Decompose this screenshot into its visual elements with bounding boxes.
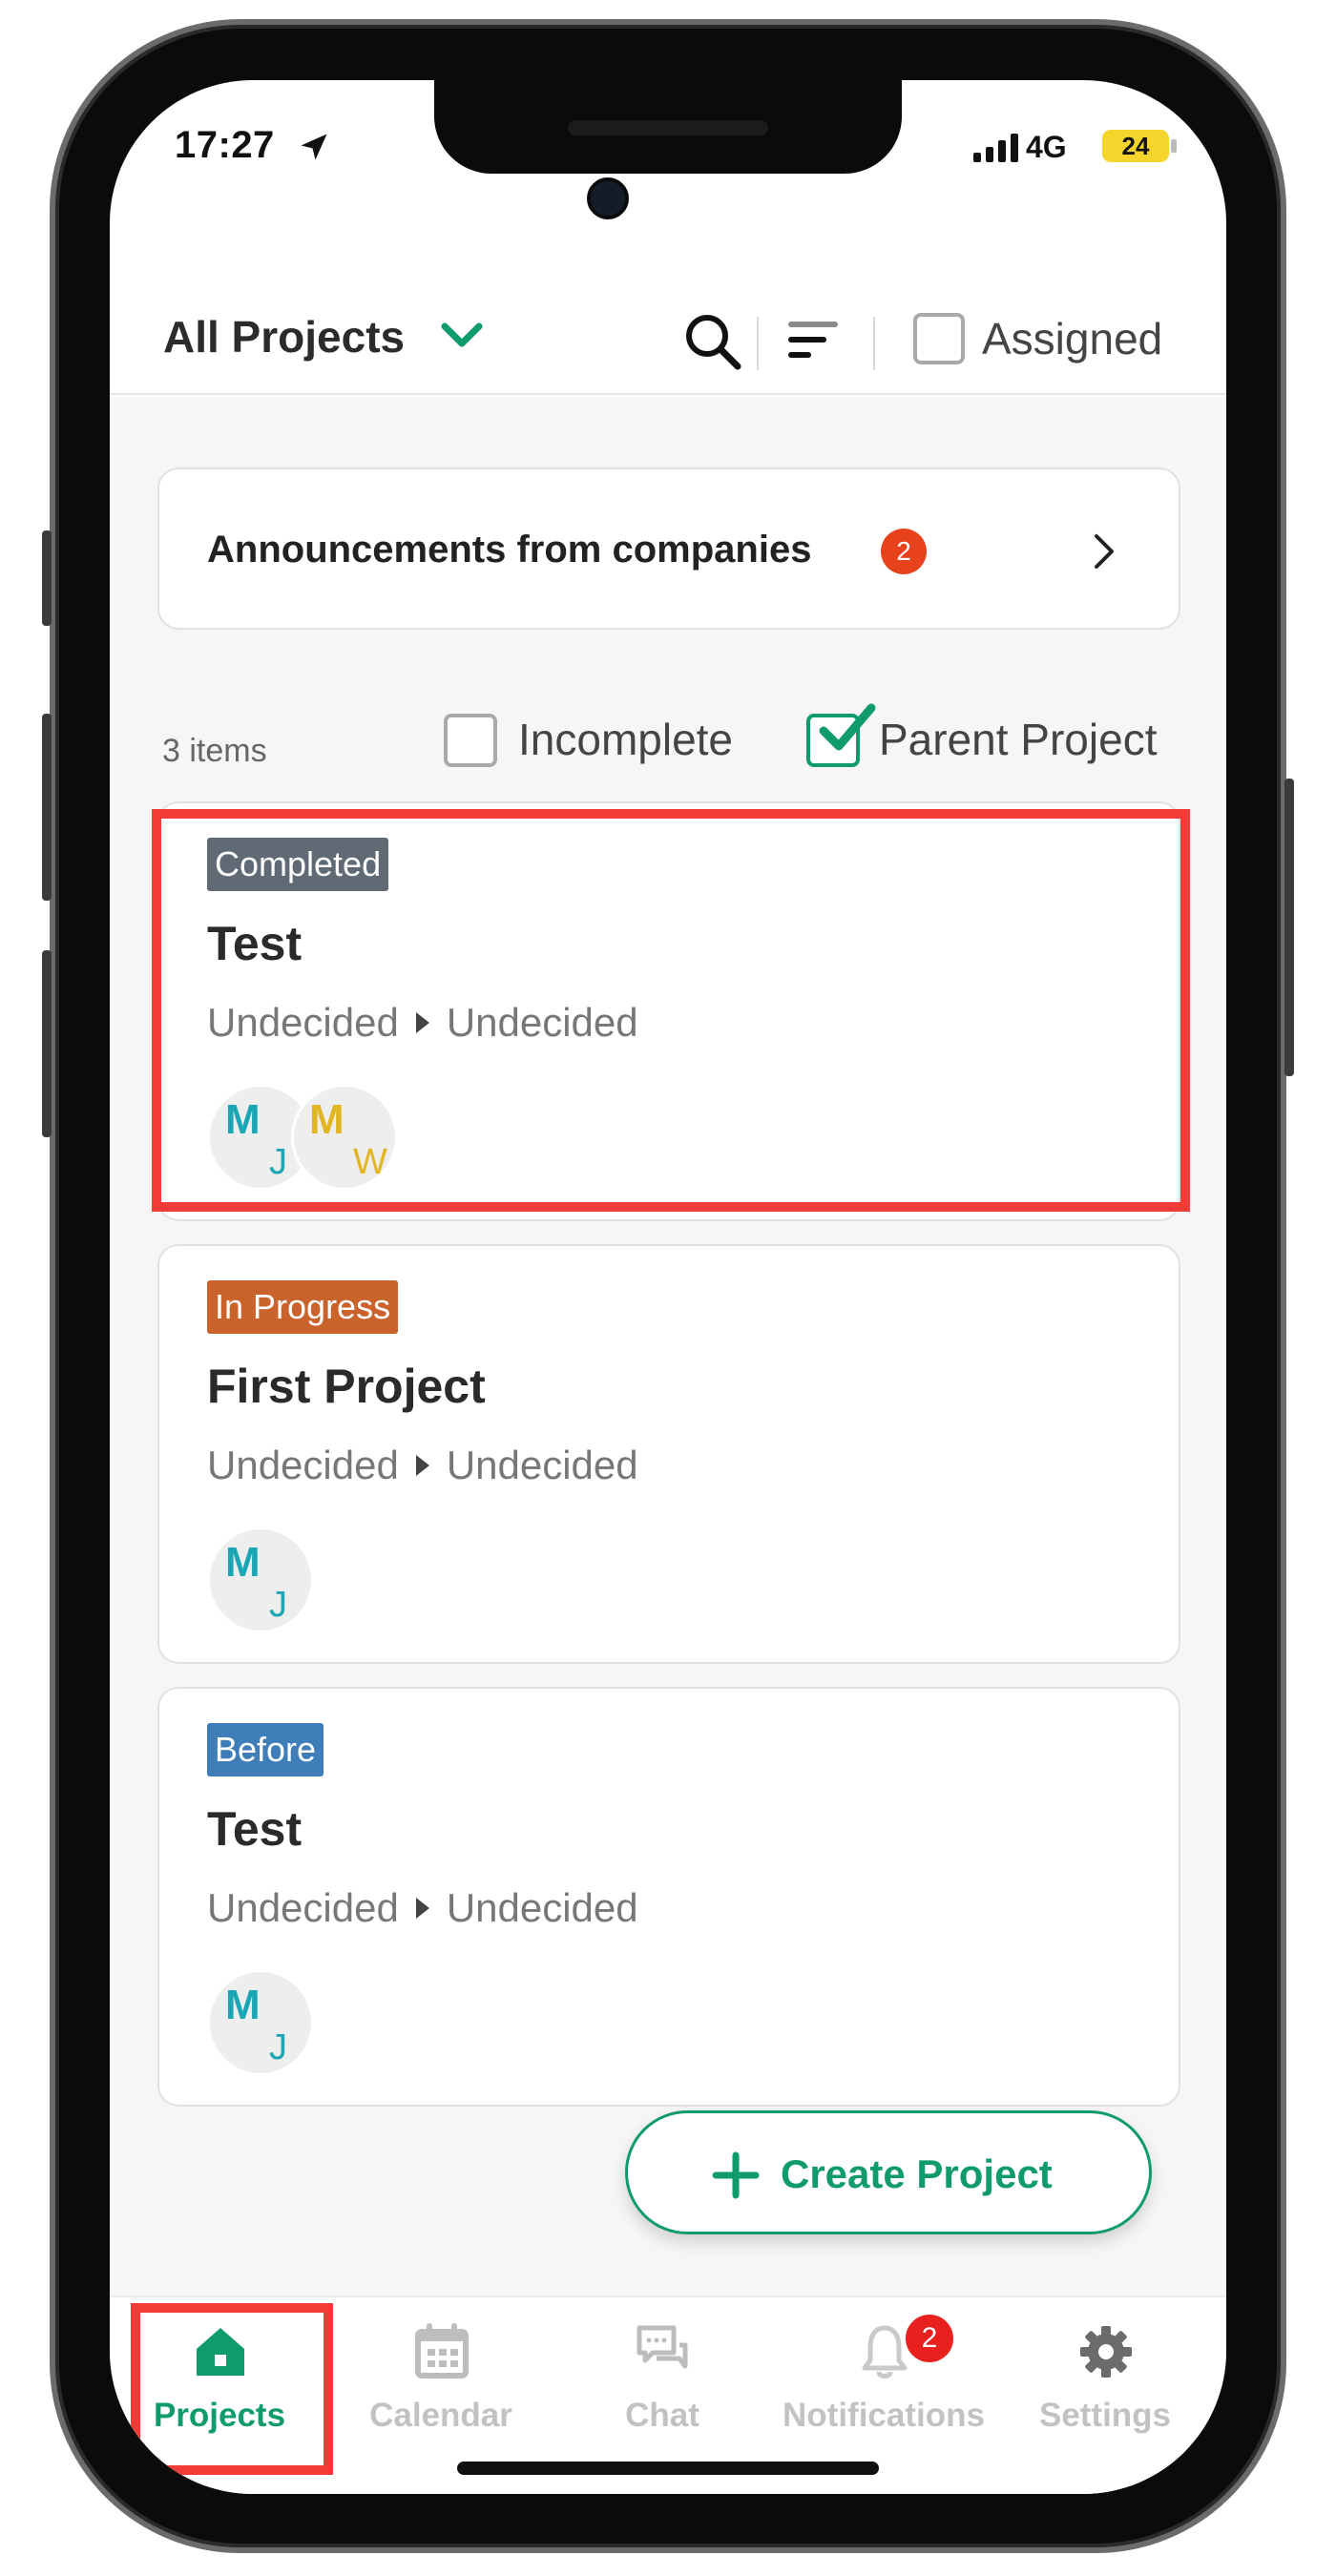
- chevron-right-icon: [1095, 534, 1114, 569]
- assigned-label[interactable]: Assigned: [982, 313, 1162, 364]
- home-icon: [197, 2328, 244, 2376]
- caret-right-icon: [415, 1012, 429, 1033]
- project-path: Undecided Undecided: [207, 1443, 638, 1488]
- create-project-button[interactable]: Create Project: [625, 2110, 1152, 2234]
- incomplete-label[interactable]: Incomplete: [518, 714, 733, 765]
- project-filter-title[interactable]: All Projects: [163, 311, 405, 363]
- gear-icon: [1080, 2326, 1132, 2378]
- plus-icon: [712, 2151, 760, 2199]
- path-to: Undecided: [446, 1443, 638, 1487]
- avatar-subinitial: J: [269, 2027, 287, 2067]
- avatar-initial: M: [309, 1096, 344, 1143]
- header-divider: [873, 317, 875, 370]
- project-path: Undecided Undecided: [207, 1000, 638, 1046]
- header-divider: [757, 317, 759, 370]
- project-path: Undecided Undecided: [207, 1885, 638, 1931]
- caret-right-icon: [415, 1455, 429, 1476]
- avatar: M J: [207, 1527, 314, 1633]
- sort-icon[interactable]: [785, 313, 841, 366]
- tab-label: Projects: [153, 2397, 286, 2434]
- speaker: [568, 120, 768, 135]
- app-header: All Projects Assigned: [110, 261, 1226, 395]
- chevron-down-icon[interactable]: [439, 319, 485, 353]
- path-from: Undecided: [207, 1885, 399, 1930]
- search-icon[interactable]: [680, 309, 745, 374]
- status-time: 17:27: [175, 124, 275, 166]
- caret-right-icon: [415, 1898, 429, 1919]
- project-card[interactable]: Completed Test Undecided Undecided M J M…: [157, 801, 1180, 1221]
- avatar-subinitial: W: [353, 1142, 387, 1182]
- create-project-label: Create Project: [781, 2151, 1053, 2196]
- announcements-label: Announcements from companies: [207, 529, 812, 571]
- announcements-card[interactable]: Announcements from companies 2: [157, 467, 1180, 630]
- parent-project-label[interactable]: Parent Project: [879, 714, 1157, 765]
- volume-down-button: [42, 950, 52, 1137]
- status-tag: Completed: [207, 838, 389, 891]
- avatar: M W: [291, 1084, 398, 1191]
- project-title: Test: [207, 1802, 303, 1856]
- home-indicator: [457, 2462, 879, 2475]
- location-arrow-icon: [301, 134, 327, 160]
- tab-label: Chat: [625, 2397, 699, 2434]
- project-title: First Project: [207, 1360, 486, 1413]
- checkmark-icon: [819, 703, 876, 751]
- path-from: Undecided: [207, 1000, 399, 1045]
- avatar-subinitial: J: [269, 1585, 287, 1625]
- status-tag: In Progress: [207, 1280, 399, 1334]
- tab-label: Notifications: [783, 2397, 985, 2434]
- camera: [587, 177, 629, 219]
- battery-cap: [1171, 139, 1177, 153]
- battery-icon: 24: [1102, 130, 1169, 162]
- avatar-initial: M: [225, 1982, 261, 2028]
- tab-label: Calendar: [369, 2397, 512, 2434]
- silent-switch: [42, 530, 52, 626]
- status-tag: Before: [207, 1723, 324, 1776]
- assigned-checkbox[interactable]: [913, 313, 965, 364]
- tab-settings[interactable]: Settings: [995, 2297, 1215, 2494]
- avatar-initial: M: [225, 1539, 261, 1586]
- incomplete-checkbox[interactable]: [444, 714, 497, 767]
- project-title: Test: [207, 917, 303, 970]
- tab-projects[interactable]: Projects: [110, 2297, 329, 2494]
- tab-label: Settings: [1038, 2397, 1172, 2434]
- project-card[interactable]: Before Test Undecided Undecided M J: [157, 1687, 1180, 2107]
- chat-icon: [637, 2325, 688, 2369]
- signal-icon: [973, 132, 1018, 162]
- path-to: Undecided: [446, 1885, 638, 1930]
- power-button: [1284, 779, 1294, 1076]
- announcements-badge: 2: [881, 529, 927, 574]
- bell-icon: [862, 2325, 908, 2379]
- notification-badge: 2: [906, 2315, 953, 2362]
- network-label: 4G: [1026, 130, 1067, 164]
- avatar: M J: [207, 1969, 314, 2076]
- items-count: 3 items: [162, 733, 267, 769]
- screen: 17:27 4G 24 All Projects Assigned Announ…: [110, 80, 1226, 2494]
- volume-up-button: [42, 714, 52, 901]
- avatar-initial: M: [225, 1096, 261, 1143]
- path-to: Undecided: [446, 1000, 638, 1045]
- avatar-subinitial: J: [269, 1142, 287, 1182]
- path-from: Undecided: [207, 1443, 399, 1487]
- calendar-icon: [415, 2323, 469, 2379]
- project-list-area: Announcements from companies 2 3 items I…: [110, 397, 1226, 2296]
- project-card[interactable]: In Progress First Project Undecided Unde…: [157, 1244, 1180, 1664]
